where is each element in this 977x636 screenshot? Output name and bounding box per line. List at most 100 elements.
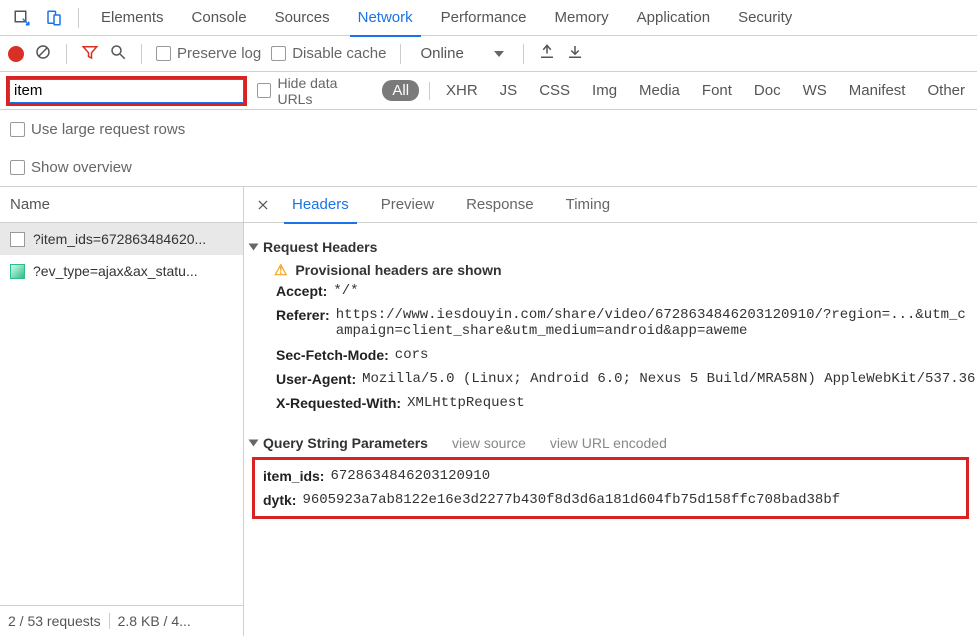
header-key: User-Agent: — [276, 371, 356, 387]
tab-memory[interactable]: Memory — [543, 0, 621, 36]
file-icon — [10, 232, 25, 247]
request-name: ?ev_type=ajax&ax_statu... — [33, 263, 198, 279]
tab-application[interactable]: Application — [625, 0, 722, 36]
use-large-rows-checkbox[interactable]: Use large request rows — [10, 121, 185, 138]
network-status-bar: 2 / 53 requests 2.8 KB / 4... — [0, 605, 244, 635]
tab-elements[interactable]: Elements — [89, 0, 176, 36]
disable-cache-checkbox[interactable]: Disable cache — [271, 45, 386, 62]
qsp-row: item_ids: 6728634846203120910 — [257, 464, 964, 488]
network-filter-bar: Hide data URLs All XHR JS CSS Img Media … — [0, 72, 977, 110]
request-headers-section[interactable]: Request Headers — [250, 239, 971, 255]
disclosure-triangle-icon — [249, 244, 259, 251]
tab-performance[interactable]: Performance — [429, 0, 539, 36]
request-details: Headers Preview Response Timing Request … — [244, 187, 977, 636]
header-key: Sec-Fetch-Mode: — [276, 347, 389, 363]
details-tab-preview[interactable]: Preview — [367, 187, 448, 223]
preserve-log-checkbox[interactable]: Preserve log — [156, 45, 261, 62]
clear-icon[interactable] — [34, 43, 52, 65]
checkbox-icon — [257, 83, 271, 98]
export-har-icon[interactable] — [566, 43, 584, 65]
transfer-size: 2.8 KB / 4... — [118, 613, 191, 629]
request-row[interactable]: ?ev_type=ajax&ax_statu... — [0, 255, 243, 287]
details-tab-response[interactable]: Response — [452, 187, 548, 223]
filter-type-manifest[interactable]: Manifest — [843, 80, 912, 101]
network-toolbar: Preserve log Disable cache Online — [0, 36, 977, 72]
header-value: XMLHttpRequest — [407, 395, 525, 411]
checkbox-icon — [10, 122, 25, 137]
filter-type-img[interactable]: Img — [586, 80, 623, 101]
view-url-encoded-link[interactable]: view URL encoded — [550, 435, 667, 451]
provisional-warning: ⚠ Provisional headers are shown — [250, 261, 971, 279]
qsp-key: dytk: — [263, 492, 296, 508]
details-tab-timing[interactable]: Timing — [552, 187, 624, 223]
header-row: Accept: */* — [250, 279, 971, 303]
toggle-device-toolbar-icon[interactable] — [40, 4, 68, 32]
view-source-link[interactable]: view source — [452, 435, 526, 451]
request-row[interactable]: ?item_ids=672863484620... — [0, 223, 243, 255]
import-har-icon[interactable] — [538, 43, 556, 65]
search-icon[interactable] — [109, 43, 127, 65]
filter-type-ws[interactable]: WS — [797, 80, 833, 101]
details-tab-headers[interactable]: Headers — [278, 187, 363, 223]
checkbox-icon — [271, 46, 286, 61]
header-row: Sec-Fetch-Mode: cors — [250, 343, 971, 367]
devtools-panel-tabs: Elements Console Sources Network Perform… — [0, 0, 977, 36]
qsp-key: item_ids: — [263, 468, 324, 484]
header-value: Mozilla/5.0 (Linux; Android 6.0; Nexus 5… — [362, 371, 975, 387]
use-large-rows-label: Use large request rows — [31, 121, 185, 138]
requests-list: Name ?item_ids=672863484620... ?ev_type=… — [0, 187, 244, 636]
show-overview-checkbox[interactable]: Show overview — [10, 159, 132, 176]
checkbox-icon — [10, 160, 25, 175]
filter-type-other[interactable]: Other — [921, 80, 971, 101]
section-title-text: Request Headers — [263, 239, 377, 255]
header-value: https://www.iesdouyin.com/share/video/67… — [336, 307, 971, 339]
filter-type-all[interactable]: All — [382, 80, 419, 101]
warning-icon: ⚠ — [274, 262, 287, 279]
header-value: cors — [395, 347, 429, 363]
tab-console[interactable]: Console — [180, 0, 259, 36]
filter-type-font[interactable]: Font — [696, 80, 738, 101]
qsp-value: 9605923a7ab8122e16e3d2277b430f8d3d6a181d… — [302, 492, 840, 508]
image-file-icon — [10, 264, 25, 279]
qsp-value: 6728634846203120910 — [330, 468, 490, 484]
request-name: ?item_ids=672863484620... — [33, 231, 206, 247]
query-string-parameters-section[interactable]: Query String Parameters view source view… — [250, 435, 971, 451]
network-options: Use large request rows Show overview — [0, 110, 977, 187]
disclosure-triangle-icon — [249, 440, 259, 447]
show-overview-label: Show overview — [31, 159, 132, 176]
header-row: X-Requested-With: XMLHttpRequest — [250, 391, 971, 415]
filter-type-css[interactable]: CSS — [533, 80, 576, 101]
filter-type-js[interactable]: JS — [494, 80, 524, 101]
tab-sources[interactable]: Sources — [263, 0, 342, 36]
header-key: Accept: — [276, 283, 327, 299]
hide-data-urls-checkbox[interactable]: Hide data URLs — [257, 75, 372, 107]
query-string-highlight: item_ids: 6728634846203120910 dytk: 9605… — [252, 457, 969, 519]
filter-icon[interactable] — [81, 43, 99, 65]
preserve-log-label: Preserve log — [177, 45, 261, 62]
headers-pane: Request Headers ⚠ Provisional headers ar… — [244, 223, 977, 636]
filter-type-xhr[interactable]: XHR — [440, 80, 484, 101]
provisional-text: Provisional headers are shown — [295, 262, 501, 278]
header-key: Referer: — [276, 307, 330, 339]
section-title-text: Query String Parameters — [263, 435, 428, 451]
details-tabs: Headers Preview Response Timing — [244, 187, 977, 223]
header-key: X-Requested-With: — [276, 395, 401, 411]
header-row: Referer: https://www.iesdouyin.com/share… — [250, 303, 971, 343]
throttling-value: Online — [420, 45, 463, 62]
filter-type-media[interactable]: Media — [633, 80, 686, 101]
filter-input-highlight — [6, 76, 247, 106]
record-button[interactable] — [8, 46, 24, 62]
inspect-element-icon[interactable] — [8, 4, 36, 32]
tab-security[interactable]: Security — [726, 0, 804, 36]
checkbox-icon — [156, 46, 171, 61]
close-details-button[interactable] — [252, 194, 274, 216]
tab-network[interactable]: Network — [346, 0, 425, 36]
filter-type-doc[interactable]: Doc — [748, 80, 787, 101]
throttling-select[interactable]: Online — [415, 44, 508, 63]
filter-input[interactable] — [9, 79, 244, 103]
hide-data-urls-label: Hide data URLs — [277, 75, 372, 107]
chevron-down-icon — [494, 51, 504, 57]
qsp-row: dytk: 9605923a7ab8122e16e3d2277b430f8d3d… — [257, 488, 964, 512]
requests-name-header[interactable]: Name — [0, 187, 243, 223]
header-value: */* — [333, 283, 358, 299]
